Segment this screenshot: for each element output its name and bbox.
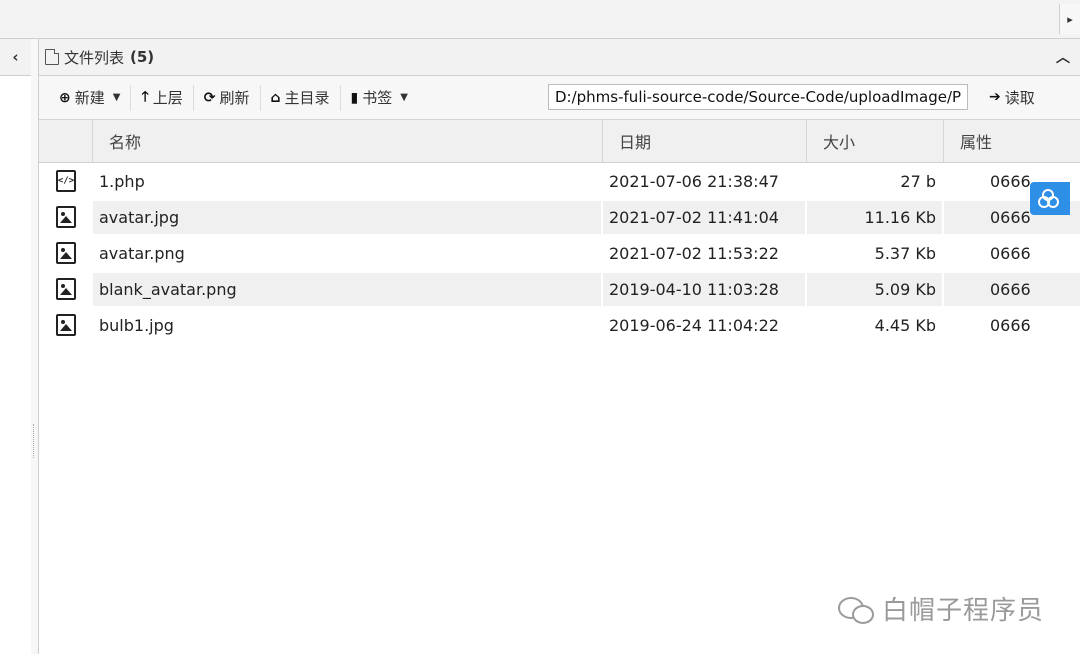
- caret-down-icon: ▼: [400, 92, 408, 103]
- plus-circle-icon: ⊕: [59, 89, 71, 106]
- table-header: 名称 日期 大小 属性: [39, 120, 1080, 163]
- watermark-text: 白帽子程序员: [882, 596, 1045, 626]
- file-table-body: </> 1.php 2021-07-06 21:38:47 27 b 0666 …: [39, 163, 1080, 343]
- toolbar: ⊕ 新建 ▼ 🡑 上层 ⟳ 刷新 ⌂ 主目录 ▮ 书签 ▼ ➔ 读取: [39, 76, 1080, 120]
- chevron-left-icon[interactable]: ‹: [12, 48, 18, 66]
- row-icon-cell: [39, 200, 93, 234]
- splitter-grip[interactable]: [33, 424, 36, 458]
- refresh-button[interactable]: ⟳ 刷新: [194, 84, 260, 112]
- read-button[interactable]: ➔ 读取: [979, 83, 1045, 111]
- image-file-icon: [56, 206, 76, 228]
- wechat-icon: [838, 595, 874, 624]
- up-label: 上层: [152, 89, 183, 107]
- left-panel-header: ‹: [0, 39, 31, 76]
- column-header-attr[interactable]: 属性: [944, 120, 1080, 162]
- table-row[interactable]: avatar.jpg 2021-07-02 11:41:04 11.16 Kb …: [39, 199, 1080, 235]
- bookmark-label: 书签: [362, 89, 393, 107]
- file-name[interactable]: 1.php: [93, 164, 603, 198]
- row-icon-cell: [39, 308, 93, 342]
- file-size: 5.37 Kb: [807, 236, 944, 270]
- bookmark-icon: ▮: [350, 89, 359, 106]
- cloud-icon-part: [1047, 196, 1059, 208]
- chevron-up-icon[interactable]: ︿: [1056, 47, 1070, 67]
- panel-splitter[interactable]: [31, 39, 39, 654]
- file-date: 2021-07-02 11:41:04: [603, 200, 807, 234]
- left-panel: ‹: [0, 39, 32, 654]
- top-tab-strip: ▸: [0, 0, 1080, 39]
- path-input[interactable]: [548, 84, 968, 110]
- refresh-label: 刷新: [219, 89, 250, 107]
- file-attr: 0666: [990, 315, 1031, 335]
- table-row[interactable]: bulb1.jpg 2019-06-24 11:04:22 4.45 Kb 06…: [39, 307, 1080, 343]
- file-name[interactable]: blank_avatar.png: [93, 272, 603, 306]
- file-name[interactable]: avatar.png: [93, 236, 603, 270]
- new-label: 新建: [74, 89, 105, 107]
- row-icon-cell: [39, 236, 93, 270]
- file-date: 2021-07-02 11:53:22: [603, 236, 807, 270]
- row-icon-cell: </>: [39, 164, 93, 198]
- panel-header: 文件列表 (5) ︿: [39, 39, 1080, 76]
- image-file-icon: [56, 278, 76, 300]
- column-header-name[interactable]: 名称: [93, 120, 603, 162]
- file-attr: 0666: [990, 243, 1031, 263]
- file-name[interactable]: avatar.jpg: [93, 200, 603, 234]
- cloud-widget-button[interactable]: [1030, 182, 1070, 215]
- file-name[interactable]: bulb1.jpg: [93, 308, 603, 342]
- file-attr: 0666: [944, 272, 1080, 306]
- file-date: 2021-07-06 21:38:47: [603, 164, 807, 198]
- home-button[interactable]: ⌂ 主目录: [261, 84, 340, 112]
- table-row[interactable]: </> 1.php 2021-07-06 21:38:47 27 b 0666: [39, 163, 1080, 199]
- file-size: 5.09 Kb: [807, 272, 944, 306]
- image-file-icon: [56, 314, 76, 336]
- icon-column-header: [39, 120, 93, 162]
- column-header-date[interactable]: 日期: [603, 120, 807, 162]
- scroll-right-arrow-icon[interactable]: ▸: [1059, 4, 1080, 34]
- file-size: 4.45 Kb: [807, 308, 944, 342]
- file-count: (5): [130, 48, 155, 66]
- caret-down-icon: ▼: [112, 92, 121, 103]
- read-label: 读取: [1004, 88, 1035, 107]
- code-file-icon: </>: [56, 170, 76, 192]
- file-date: 2019-06-24 11:04:22: [603, 308, 807, 342]
- home-label: 主目录: [284, 89, 330, 107]
- arrow-right-icon: ➔: [989, 89, 1001, 105]
- file-list-panel: 文件列表 (5) ︿ ⊕ 新建 ▼ 🡑 上层 ⟳ 刷新 ⌂ 主目录 ▮ 书签 ▼: [39, 39, 1080, 654]
- bookmark-button[interactable]: ▮ 书签 ▼: [341, 84, 418, 112]
- new-button[interactable]: ⊕ 新建 ▼: [49, 84, 130, 112]
- watermark: 白帽子程序员: [838, 590, 1044, 627]
- refresh-icon: ⟳: [203, 89, 216, 106]
- arrow-up-icon: 🡑: [141, 88, 149, 105]
- file-icon: [45, 49, 59, 65]
- table-row[interactable]: avatar.png 2021-07-02 11:53:22 5.37 Kb 0…: [39, 235, 1080, 271]
- file-size: 11.16 Kb: [807, 200, 944, 234]
- file-date: 2019-04-10 11:03:28: [603, 272, 807, 306]
- panel-title: 文件列表: [64, 48, 125, 67]
- home-icon: ⌂: [270, 89, 281, 106]
- file-size: 27 b: [807, 164, 944, 198]
- column-header-size[interactable]: 大小: [807, 120, 944, 162]
- image-file-icon: [56, 242, 76, 264]
- up-level-button[interactable]: 🡑 上层: [131, 84, 192, 112]
- table-row[interactable]: blank_avatar.png 2019-04-10 11:03:28 5.0…: [39, 271, 1080, 307]
- row-icon-cell: [39, 272, 93, 306]
